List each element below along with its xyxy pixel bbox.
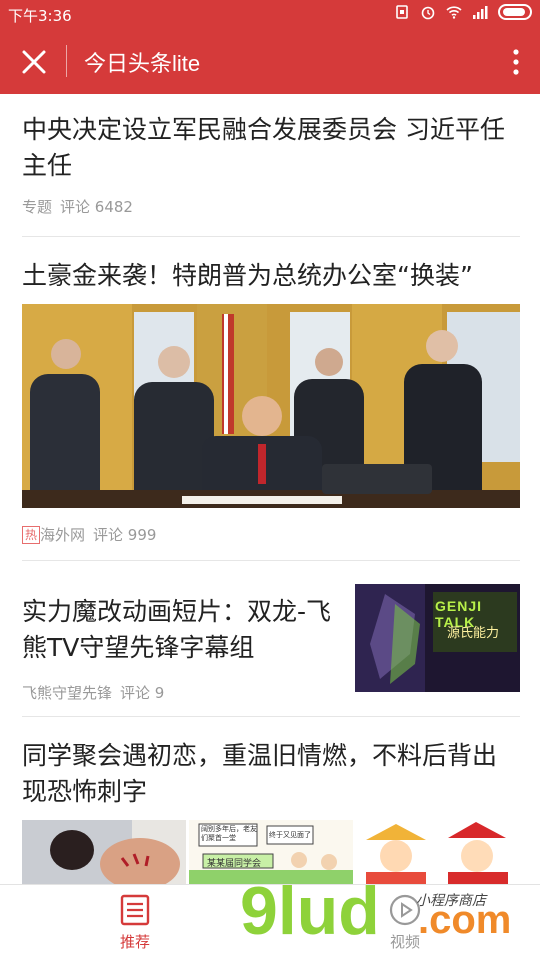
article-card[interactable]: 土豪金来袭！特朗普为总统办公室“换装” (22, 258, 520, 294)
app-title: 今日头条lite (84, 51, 201, 76)
more-button[interactable] (506, 42, 526, 82)
article-meta: 专题 评论 6482 (22, 196, 520, 217)
nav-recommend-label: 推荐 (119, 933, 150, 951)
divider (22, 236, 520, 237)
article-headline[interactable]: 土豪金来袭！特朗普为总统办公室“换装” (22, 258, 520, 294)
cartoon-couple-image (356, 820, 520, 884)
watermark-script: 小程序商店 (416, 893, 486, 909)
appbar-divider (66, 45, 67, 77)
article-comments: 评论 9 (120, 684, 165, 702)
thumbnail-subtitle: 源氏能力 (447, 626, 500, 641)
article-card[interactable]: 实力魔改动画短片：双龙-飞熊TV守望先锋字幕组 飞熊守望先锋 评论 9 (22, 594, 342, 703)
article-source: 海外网 (40, 526, 86, 544)
watermark: 9lud .com 小程序商店 (240, 873, 540, 960)
nav-recommend[interactable]: 推荐 (75, 893, 195, 952)
comic-sign-text: 某某届同学会 (207, 859, 262, 869)
signal-icon (473, 6, 488, 19)
app-bar: 今日头条lite (0, 28, 540, 94)
comic-bubble-text: 阔别多年后，老友们聚首一堂 (201, 825, 257, 842)
hot-badge: 热 (22, 525, 41, 544)
more-vert-icon (513, 49, 519, 75)
article-source: 飞熊守望先锋 (22, 684, 113, 702)
news-icon (120, 894, 150, 926)
article-comments: 评论 999 (93, 526, 157, 544)
divider (22, 560, 520, 561)
close-icon (22, 50, 46, 74)
divider (22, 716, 520, 717)
article-image-3[interactable] (356, 820, 520, 884)
wifi-icon (446, 6, 462, 19)
battery-icon (498, 4, 532, 20)
article-source: 专题 (22, 198, 53, 216)
news-feed[interactable]: 中央决定设立军民融合发展委员会 习近平任主任 专题 评论 6482 土豪金来袭！… (0, 94, 540, 884)
alarm-icon (421, 6, 435, 20)
article-image-1[interactable] (22, 820, 186, 884)
article-thumbnail[interactable]: GENJI TALK 源氏能力 (355, 584, 520, 692)
article-headline[interactable]: 中央决定设立军民融合发展委员会 习近平任主任 (22, 112, 520, 184)
status-time: 下午3:36 (8, 7, 72, 25)
close-button[interactable] (14, 42, 54, 82)
article-headline[interactable]: 实力魔改动画短片：双龙-飞熊TV守望先锋字幕组 (22, 594, 342, 666)
article-meta: 热 海外网 评论 999 (22, 524, 156, 545)
article-comments: 评论 6482 (60, 198, 133, 216)
photo-people (22, 820, 186, 884)
article-headline[interactable]: 同学聚会遇初恋，重温旧情燃，不料后背出现恐怖刺字 (22, 738, 520, 810)
oval-office-photo (22, 304, 520, 508)
article-card[interactable]: 中央决定设立军民融合发展委员会 习近平任主任 专题 评论 6482 (22, 112, 520, 217)
status-bar: 下午3:36 (0, 0, 540, 28)
watermark-logo: 9lud (240, 873, 380, 949)
comic-bubble-text: 终于又见面了 (269, 831, 311, 839)
article-card[interactable]: 同学聚会遇初恋，重温旧情燃，不料后背出现恐怖刺字 (22, 738, 520, 810)
sim-icon (396, 5, 408, 19)
article-photo[interactable] (22, 304, 520, 508)
status-icons (394, 4, 532, 20)
article-meta: 飞熊守望先锋 评论 9 (22, 682, 342, 703)
